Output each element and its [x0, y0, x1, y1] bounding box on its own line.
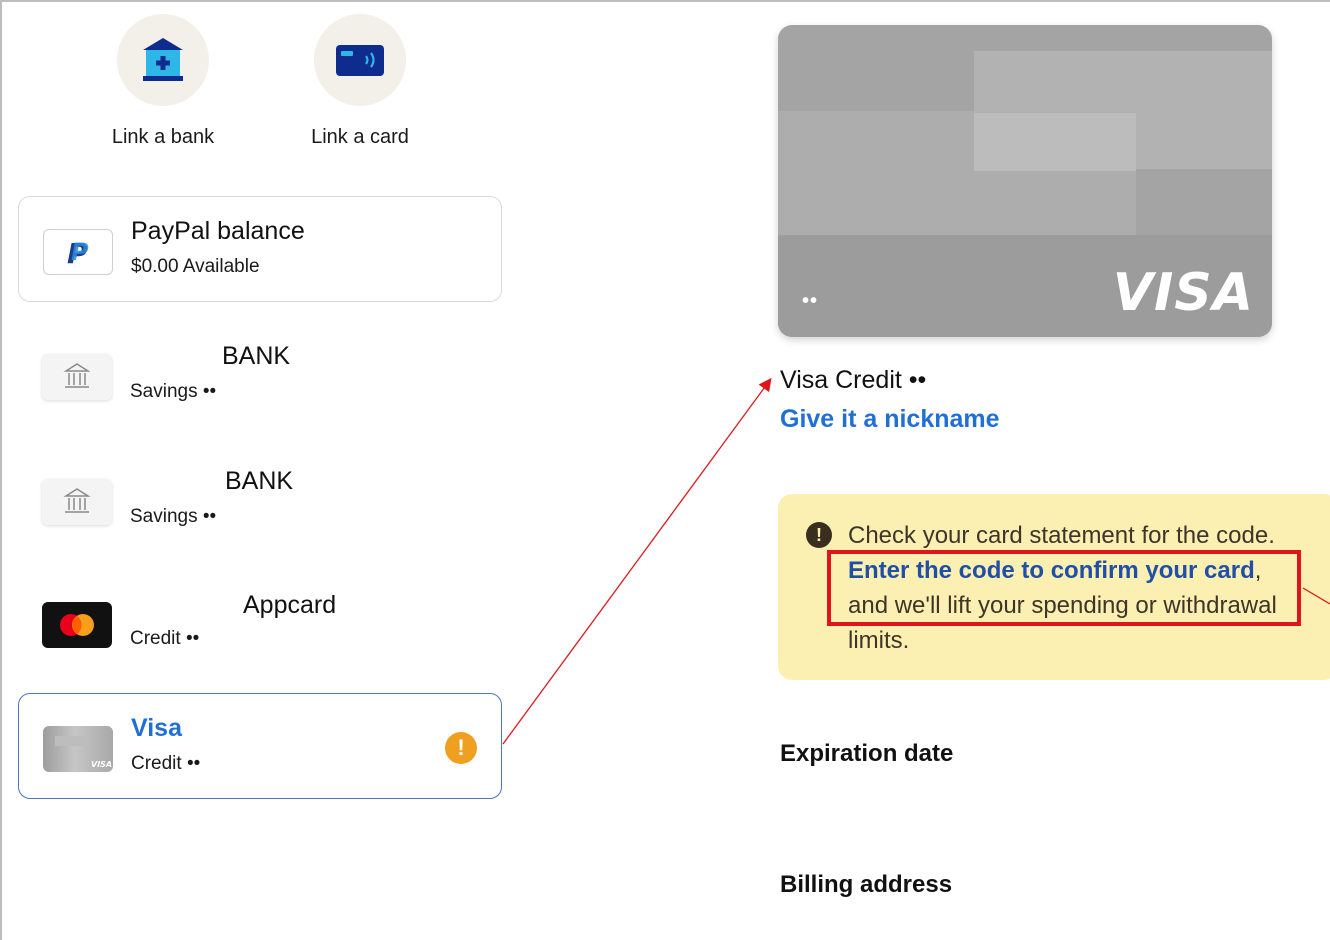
method-subtitle: $0.00 Available [131, 256, 260, 277]
method-subtitle: Savings •• [130, 506, 217, 527]
method-bank-savings[interactable]: BANK Savings •• [18, 447, 502, 553]
svg-text:P: P [71, 238, 89, 266]
mastercard-logo-icon [42, 602, 112, 648]
annotation-highlight-box [827, 550, 1301, 626]
link-card-label: Link a card [311, 126, 409, 148]
method-appcard-credit[interactable]: Appcard Credit •• [18, 571, 502, 677]
method-subtitle: Savings •• [130, 381, 217, 402]
visa-logo-icon: VISA [1112, 263, 1254, 323]
info-icon: ! [806, 522, 832, 548]
method-bank-savings[interactable]: BANK Savings •• [18, 322, 502, 428]
method-subtitle: Credit •• [131, 753, 201, 774]
method-visa-credit[interactable]: VISA Visa Credit •• ! [18, 693, 502, 799]
method-paypal-balance[interactable]: P P PayPal balance $0.00 Available [18, 196, 502, 302]
link-bank-button[interactable]: Link a bank [83, 14, 243, 149]
card-preview: •• VISA [778, 25, 1272, 337]
method-title: BANK [225, 467, 294, 495]
visa-card-thumb-icon: VISA [43, 726, 113, 772]
warning-icon: ! [445, 732, 477, 764]
card-masked-number: •• [802, 290, 819, 312]
card-name: Visa Credit •• [780, 366, 927, 394]
method-title: Visa [131, 714, 182, 742]
svg-text:VISA: VISA [91, 760, 112, 769]
method-title: PayPal balance [131, 217, 305, 245]
notice-text-before: Check your card statement for the code. [848, 522, 1275, 549]
bank-building-icon [42, 354, 112, 400]
bank-add-icon [117, 14, 209, 106]
bank-building-icon [42, 479, 112, 525]
card-contactless-icon [314, 14, 406, 106]
method-title: BANK [222, 342, 291, 370]
paypal-logo-icon: P P [43, 229, 113, 275]
expiration-date-label: Expiration date [780, 740, 954, 767]
method-title: Appcard [243, 591, 337, 619]
method-subtitle: Credit •• [130, 628, 200, 649]
billing-address-label: Billing address [780, 871, 953, 898]
link-bank-label: Link a bank [111, 126, 215, 148]
give-nickname-link[interactable]: Give it a nickname [780, 405, 1000, 434]
link-card-button[interactable]: Link a card [280, 14, 440, 149]
